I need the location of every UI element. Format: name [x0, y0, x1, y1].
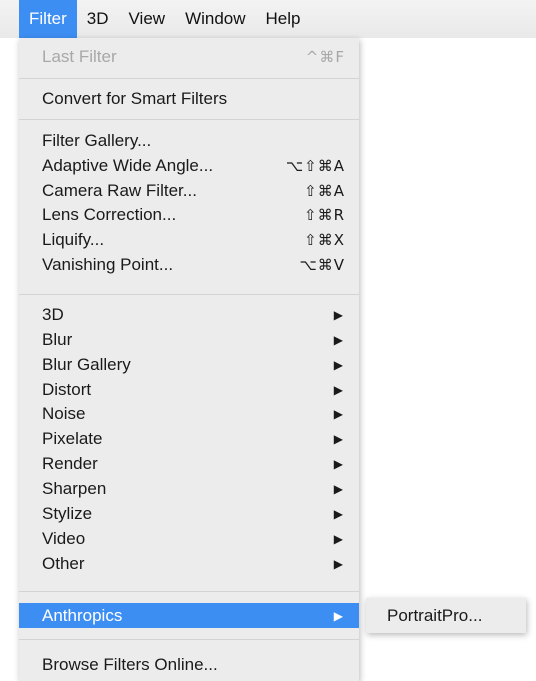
- menu-item-label: Blur Gallery: [42, 354, 131, 374]
- submenu-arrow-icon: ▶: [333, 556, 343, 571]
- submenu-arrow-icon: ▶: [333, 332, 343, 347]
- menu-bar: Filter 3D View Window Help: [0, 0, 536, 38]
- submenu-arrow-icon: ▶: [333, 531, 343, 546]
- menu-item-blur[interactable]: Blur ▶: [19, 327, 359, 352]
- menu-item-label: Camera Raw Filter...: [42, 180, 197, 200]
- shortcut-label: ⇧⌘A: [304, 181, 345, 200]
- menu-item-label: Convert for Smart Filters: [42, 88, 228, 108]
- menu-item-blur-gallery[interactable]: Blur Gallery ▶: [19, 352, 359, 377]
- menu-item-label: Blur: [42, 329, 73, 349]
- menu-item-label: Sharpen: [42, 478, 107, 498]
- menu-item-convert-smart-filters[interactable]: Convert for Smart Filters: [19, 86, 359, 111]
- menu-item-video[interactable]: Video ▶: [19, 526, 359, 551]
- submenu-arrow-icon: ▶: [333, 481, 343, 496]
- menu-item-portraitpro[interactable]: PortraitPro...: [366, 603, 526, 628]
- submenu-arrow-icon: ▶: [333, 307, 343, 322]
- menu-item-label: Vanishing Point...: [42, 254, 174, 274]
- menu-item-3d[interactable]: 3D ▶: [19, 302, 359, 327]
- submenu-arrow-icon: ▶: [333, 382, 343, 397]
- menu-item-label: Other: [42, 553, 85, 573]
- menu-item-anthropics[interactable]: Anthropics ▶: [19, 603, 359, 628]
- submenu-arrow-icon: ▶: [333, 357, 343, 372]
- menubar-window[interactable]: Window: [175, 0, 255, 38]
- menu-item-vanishing-point[interactable]: Vanishing Point... ⌥⌘V: [19, 252, 359, 277]
- menu-item-last-filter: Last Filter ^⌘F: [19, 44, 359, 69]
- menu-item-label: Adaptive Wide Angle...: [42, 155, 214, 175]
- menu-separator: [19, 639, 359, 640]
- menubar-3d[interactable]: 3D: [77, 0, 119, 38]
- menubar-filter[interactable]: Filter: [19, 0, 77, 38]
- menu-item-label: Browse Filters Online...: [42, 654, 218, 674]
- filter-menu: Last Filter ^⌘F Convert for Smart Filter…: [19, 38, 359, 681]
- menu-item-label: Lens Correction...: [42, 204, 177, 224]
- menu-item-label: Stylize: [42, 503, 93, 523]
- menu-item-noise[interactable]: Noise ▶: [19, 401, 359, 426]
- menu-item-stylize[interactable]: Stylize ▶: [19, 501, 359, 526]
- menubar-view[interactable]: View: [119, 0, 176, 38]
- menu-item-label: Anthropics: [42, 605, 123, 625]
- menu-item-other[interactable]: Other ▶: [19, 551, 359, 576]
- menu-item-render[interactable]: Render ▶: [19, 451, 359, 476]
- menu-item-label: 3D: [42, 304, 64, 324]
- submenu-arrow-icon: ▶: [333, 456, 343, 471]
- menu-item-label: Liquify...: [42, 229, 105, 249]
- submenu-arrow-icon: ▶: [333, 506, 343, 521]
- shortcut-label: ^⌘F: [305, 47, 345, 66]
- menu-item-label: PortraitPro...: [387, 605, 483, 625]
- menu-item-label: Video: [42, 528, 86, 548]
- menu-item-distort[interactable]: Distort ▶: [19, 377, 359, 402]
- menu-item-liquify[interactable]: Liquify... ⇧⌘X: [19, 227, 359, 252]
- menubar-help[interactable]: Help: [256, 0, 311, 38]
- menu-item-filter-gallery[interactable]: Filter Gallery...: [19, 128, 359, 153]
- shortcut-label: ⌥⇧⌘A: [285, 156, 345, 175]
- shortcut-label: ⇧⌘R: [304, 205, 345, 224]
- submenu-arrow-icon: ▶: [333, 431, 343, 446]
- menu-item-adaptive-wide-angle[interactable]: Adaptive Wide Angle... ⌥⇧⌘A: [19, 153, 359, 178]
- submenu-arrow-icon: ▶: [333, 406, 343, 421]
- menu-item-label: Distort: [42, 379, 92, 399]
- menu-item-label: Pixelate: [42, 428, 103, 448]
- shortcut-label: ⇧⌘X: [304, 230, 345, 249]
- menu-item-label: Render: [42, 453, 98, 473]
- menu-item-label: Filter Gallery...: [42, 130, 152, 150]
- menu-separator: [19, 78, 359, 79]
- menu-item-browse-filters-online[interactable]: Browse Filters Online...: [19, 652, 359, 677]
- menu-separator: [19, 119, 359, 120]
- menu-item-sharpen[interactable]: Sharpen ▶: [19, 476, 359, 501]
- anthropics-submenu: PortraitPro...: [366, 598, 526, 633]
- menu-item-lens-correction[interactable]: Lens Correction... ⇧⌘R: [19, 202, 359, 227]
- menu-separator: [19, 294, 359, 295]
- menu-separator: [19, 591, 359, 592]
- menu-item-label: Noise: [42, 403, 86, 423]
- menu-item-camera-raw-filter[interactable]: Camera Raw Filter... ⇧⌘A: [19, 178, 359, 203]
- menu-item-pixelate[interactable]: Pixelate ▶: [19, 426, 359, 451]
- shortcut-label: ⌥⌘V: [299, 255, 345, 274]
- menu-item-label: Last Filter: [42, 46, 117, 66]
- submenu-arrow-icon: ▶: [333, 608, 343, 623]
